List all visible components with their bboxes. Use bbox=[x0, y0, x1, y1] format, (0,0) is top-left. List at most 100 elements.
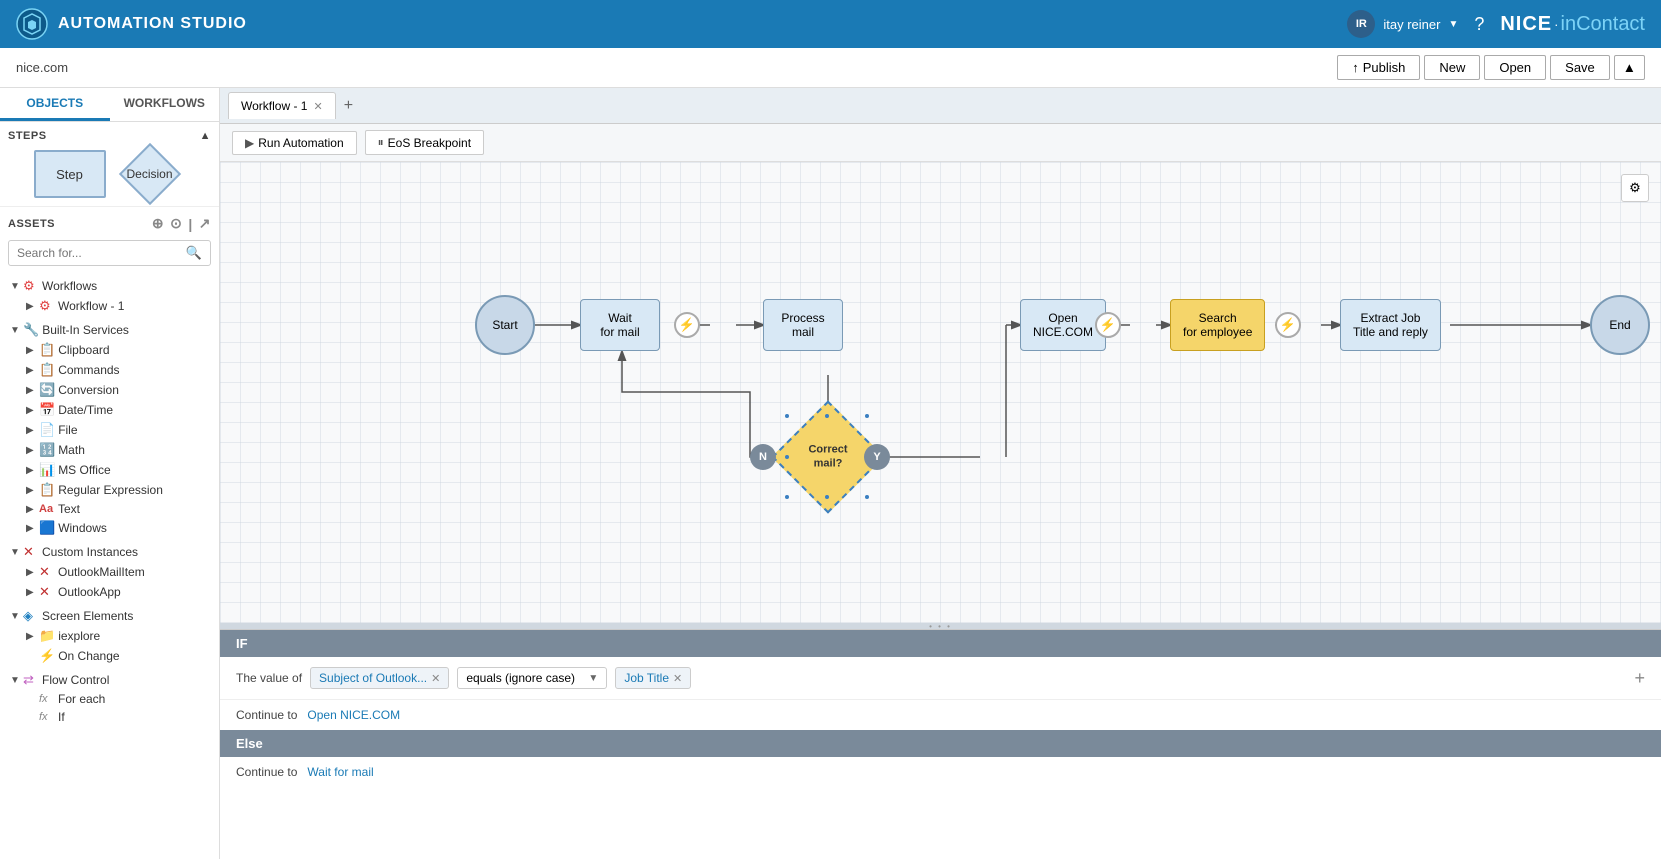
decision-template[interactable]: Decision bbox=[114, 150, 186, 198]
tree-screen-row[interactable]: ▼ ◈ Screen Elements bbox=[8, 606, 211, 626]
tree-if[interactable]: fx If bbox=[24, 708, 211, 726]
operator-chevron-icon: ▼ bbox=[588, 673, 598, 684]
tree-builtin-row[interactable]: ▼ 🔧 Built-In Services bbox=[8, 320, 211, 340]
node-extract-job[interactable]: Extract Job Title and reply bbox=[1340, 299, 1441, 351]
tree-workflows-label: Workflows bbox=[42, 279, 97, 293]
tree-screen: ▼ ◈ Screen Elements ▶ 📁 iexplore ⚡ bbox=[8, 604, 211, 668]
node-wait-for-mail[interactable]: Wait for mail bbox=[580, 299, 660, 351]
user-avatar: IR bbox=[1347, 10, 1375, 38]
main-layout: OBJECTS WORKFLOWS STEPS ▲ Step Decision bbox=[0, 88, 1661, 859]
condition-field-chip[interactable]: Subject of Outlook... ✕ bbox=[310, 667, 449, 689]
continue-open-link[interactable]: Open NICE.COM bbox=[307, 708, 400, 722]
tree-foreach[interactable]: fx For each bbox=[24, 690, 211, 708]
tree-conversion[interactable]: ▶ 🔄 Conversion bbox=[24, 380, 211, 400]
tree-workflow1-row[interactable]: ▶ ⚙ Workflow - 1 bbox=[24, 296, 211, 316]
continue-wait-link[interactable]: Wait for mail bbox=[307, 765, 373, 779]
tree-regex[interactable]: ▶ 📋 Regular Expression bbox=[24, 480, 211, 500]
tree-commands[interactable]: ▶ 📋 Commands bbox=[24, 360, 211, 380]
tab-add-icon[interactable]: + bbox=[338, 95, 359, 117]
connector-lightning-3[interactable]: ⚡ bbox=[1275, 312, 1301, 338]
help-icon[interactable]: ? bbox=[1474, 14, 1484, 35]
connector-lightning-2[interactable]: ⚡ bbox=[1095, 312, 1121, 338]
canvas-settings-icon[interactable]: ⚙ bbox=[1621, 174, 1649, 202]
tree-arrow-icon: ▼ bbox=[10, 281, 20, 292]
connector-y[interactable]: Y bbox=[864, 444, 890, 470]
node-process-mail[interactable]: Process mail bbox=[763, 299, 843, 351]
tree-workflows-children: ▶ ⚙ Workflow - 1 bbox=[24, 296, 211, 316]
open-button[interactable]: Open bbox=[1484, 55, 1546, 80]
condition-prefix: The value of bbox=[236, 671, 302, 685]
steps-section: STEPS ▲ Step Decision bbox=[0, 122, 219, 207]
run-automation-button[interactable]: ▶ Run Automation bbox=[232, 131, 357, 155]
tab-bar: Workflow - 1 ✕ + bbox=[220, 88, 1661, 124]
tree-file[interactable]: ▶ 📄 File bbox=[24, 420, 211, 440]
workflow-toolbar: ▶ Run Automation ⏸ EoS Breakpoint bbox=[220, 124, 1661, 162]
tree-workflows-row[interactable]: ▼ ⚙ Workflows bbox=[8, 276, 211, 296]
assets-export-icon[interactable]: ↗ bbox=[199, 215, 211, 232]
add-condition-icon[interactable]: + bbox=[1634, 668, 1645, 689]
workflow-tab[interactable]: Workflow - 1 ✕ bbox=[228, 92, 336, 119]
tree-workflows: ▼ ⚙ Workflows ▶ ⚙ Workflow - 1 bbox=[8, 274, 211, 318]
publish-icon: ↑ bbox=[1352, 60, 1359, 75]
new-button[interactable]: New bbox=[1424, 55, 1480, 80]
save-button[interactable]: Save bbox=[1550, 55, 1610, 80]
tree-builtin: ▼ 🔧 Built-In Services ▶ 📋 Clipboard ▶ 📋 bbox=[8, 318, 211, 540]
value-chip-close-icon[interactable]: ✕ bbox=[673, 672, 682, 685]
arrows-svg bbox=[220, 162, 1661, 623]
user-name: itay reiner bbox=[1383, 17, 1440, 32]
user-chevron-icon: ▼ bbox=[1448, 19, 1458, 30]
collapse-button[interactable]: ▲ bbox=[1614, 55, 1645, 80]
node-end[interactable]: End bbox=[1590, 295, 1650, 355]
tree-custom: ▼ ✕ Custom Instances ▶ ✕ OutlookMailItem… bbox=[8, 540, 211, 604]
connector-n[interactable]: N bbox=[750, 444, 776, 470]
node-start[interactable]: Start bbox=[475, 295, 535, 355]
site-label: nice.com bbox=[16, 60, 68, 75]
tree-iexplore[interactable]: ▶ 📁 iexplore bbox=[24, 626, 211, 646]
publish-button[interactable]: ↑ Publish bbox=[1337, 55, 1420, 80]
canvas-panel-wrapper: ⚙ bbox=[220, 162, 1661, 859]
subheader: nice.com ↑ Publish New Open Save ▲ bbox=[0, 48, 1661, 88]
tree-datetime[interactable]: ▶ 📅 Date/Time bbox=[24, 400, 211, 420]
tree-math[interactable]: ▶ 🔢 Math bbox=[24, 440, 211, 460]
header-actions: ↑ Publish New Open Save ▲ bbox=[1337, 55, 1645, 80]
tab-workflows[interactable]: WORKFLOWS bbox=[110, 88, 220, 121]
tab-objects[interactable]: OBJECTS bbox=[0, 88, 110, 121]
lightning-icon-3: ⚡ bbox=[1280, 317, 1296, 333]
search-box: 🔍 bbox=[8, 240, 211, 266]
search-input[interactable] bbox=[17, 246, 186, 260]
header-right: IR itay reiner ▼ ? NICE · inContact bbox=[1347, 10, 1645, 38]
content-area: Workflow - 1 ✕ + ▶ Run Automation ⏸ EoS … bbox=[220, 88, 1661, 859]
tree-msoffice[interactable]: ▶ 📊 MS Office bbox=[24, 460, 211, 480]
node-search-employee[interactable]: Search for employee bbox=[1170, 299, 1265, 351]
tree-flowcontrol-row[interactable]: ▼ ⇄ Flow Control bbox=[8, 670, 211, 690]
condition-value-chip[interactable]: Job Title ✕ bbox=[615, 667, 691, 689]
assets-section: ASSETS ⊕ ⊙ | ↗ 🔍 ▼ ⚙ Wo bbox=[0, 207, 219, 859]
lightning-icon-2: ⚡ bbox=[1100, 317, 1116, 333]
tree-outlookapp[interactable]: ▶ ✕ OutlookApp bbox=[24, 582, 211, 602]
steps-header: STEPS ▲ bbox=[8, 130, 211, 142]
eos-breakpoint-button[interactable]: ⏸ EoS Breakpoint bbox=[365, 130, 484, 155]
step-template[interactable]: Step bbox=[34, 150, 106, 198]
steps-collapse-icon[interactable]: ▲ bbox=[200, 130, 211, 142]
tree-text[interactable]: ▶ Aa Text bbox=[24, 500, 211, 518]
tree-clipboard[interactable]: ▶ 📋 Clipboard bbox=[24, 340, 211, 360]
gear-icon: ⚙ bbox=[1629, 180, 1641, 196]
node-correct-mail[interactable]: Correct mail? bbox=[788, 417, 868, 497]
tree-flowcontrol: ▼ ⇄ Flow Control fx For each fx bbox=[8, 668, 211, 728]
tree-windows[interactable]: ▶ 🟦 Windows bbox=[24, 518, 211, 538]
condition-operator-select[interactable]: equals (ignore case) ▼ bbox=[457, 667, 607, 689]
node-open-nice[interactable]: Open NICE.COM bbox=[1020, 299, 1106, 351]
user-menu[interactable]: IR itay reiner ▼ bbox=[1347, 10, 1458, 38]
connector-lightning-1[interactable]: ⚡ bbox=[674, 312, 700, 338]
assets-link-icon[interactable]: ⊕ bbox=[152, 215, 164, 232]
tree-onchange[interactable]: ⚡ On Change bbox=[24, 646, 211, 666]
assets-target-icon[interactable]: ⊙ bbox=[170, 215, 182, 232]
tab-close-icon[interactable]: ✕ bbox=[313, 100, 322, 113]
tree-outlookmail[interactable]: ▶ ✕ OutlookMailItem bbox=[24, 562, 211, 582]
canvas-area[interactable]: ⚙ bbox=[220, 162, 1661, 623]
tree-custom-row[interactable]: ▼ ✕ Custom Instances bbox=[8, 542, 211, 562]
app-title: AUTOMATION STUDIO bbox=[58, 15, 247, 33]
field-chip-close-icon[interactable]: ✕ bbox=[431, 672, 440, 685]
app-logo-icon bbox=[16, 8, 48, 40]
search-icon: 🔍 bbox=[186, 245, 202, 261]
